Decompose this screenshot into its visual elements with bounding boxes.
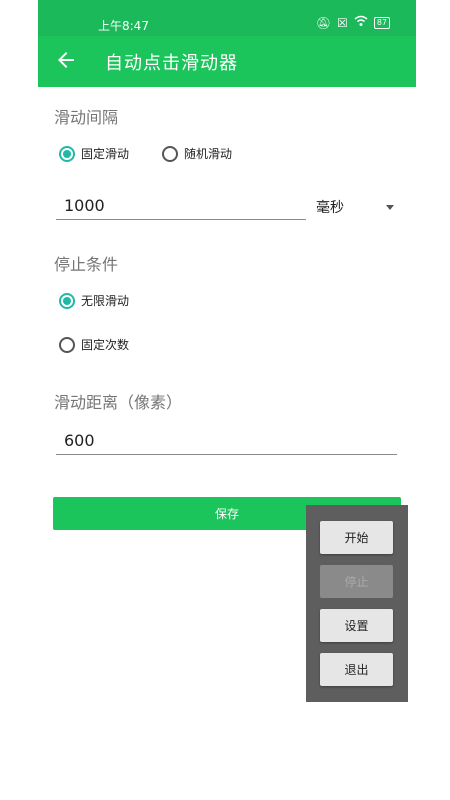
floating-control-panel[interactable]: 开始 停止 设置 退出 (306, 505, 408, 702)
page-title: 自动点击滑动器 (105, 53, 238, 74)
stop-section-title: 停止条件 (54, 255, 119, 274)
status-bar: 上午8:47 🔕︎ ☒ 87 (38, 0, 416, 36)
dropdown-arrow-icon (386, 204, 394, 210)
interval-section-title: 滑动间隔 (54, 108, 119, 127)
radio-random-interval[interactable]: 随机滑动 (162, 145, 232, 162)
radio-label: 固定滑动 (81, 147, 130, 161)
wifi-icon (354, 15, 368, 30)
radio-unchecked-icon (59, 336, 75, 353)
radio-label: 固定次数 (81, 338, 130, 352)
notification-icon: ☒ (337, 15, 348, 30)
settings-button[interactable]: 设置 (320, 609, 393, 642)
radio-label: 随机滑动 (184, 147, 233, 161)
start-button[interactable]: 开始 (320, 521, 393, 554)
radio-checked-icon (59, 292, 75, 309)
app-bar: 自动点击滑动器 (38, 36, 416, 87)
mute-icon: 🔕︎ (315, 15, 332, 30)
interval-input[interactable]: 1000 (56, 196, 306, 220)
unit-label: 毫秒 (316, 200, 344, 216)
back-arrow-icon[interactable] (54, 48, 78, 72)
distance-input[interactable]: 600 (56, 431, 397, 455)
radio-checked-icon (59, 145, 75, 162)
status-icons: 🔕︎ ☒ 87 (316, 15, 390, 30)
radio-unlimited[interactable]: 无限滑动 (59, 292, 129, 309)
radio-unchecked-icon (162, 145, 178, 162)
unit-dropdown[interactable]: 毫秒 (316, 196, 396, 218)
status-time: 上午8:47 (98, 19, 149, 33)
exit-button[interactable]: 退出 (320, 653, 393, 686)
radio-label: 无限滑动 (81, 294, 130, 308)
radio-fixed-interval[interactable]: 固定滑动 (59, 145, 129, 162)
app-screen: 上午8:47 🔕︎ ☒ 87 自动点击滑动器 滑动间隔 固定滑动 随机滑动 10… (38, 0, 416, 800)
distance-section-title: 滑动距离（像素） (54, 393, 183, 412)
stop-button[interactable]: 停止 (320, 565, 393, 598)
battery-icon: 87 (373, 16, 390, 29)
radio-fixed-count[interactable]: 固定次数 (59, 336, 129, 353)
